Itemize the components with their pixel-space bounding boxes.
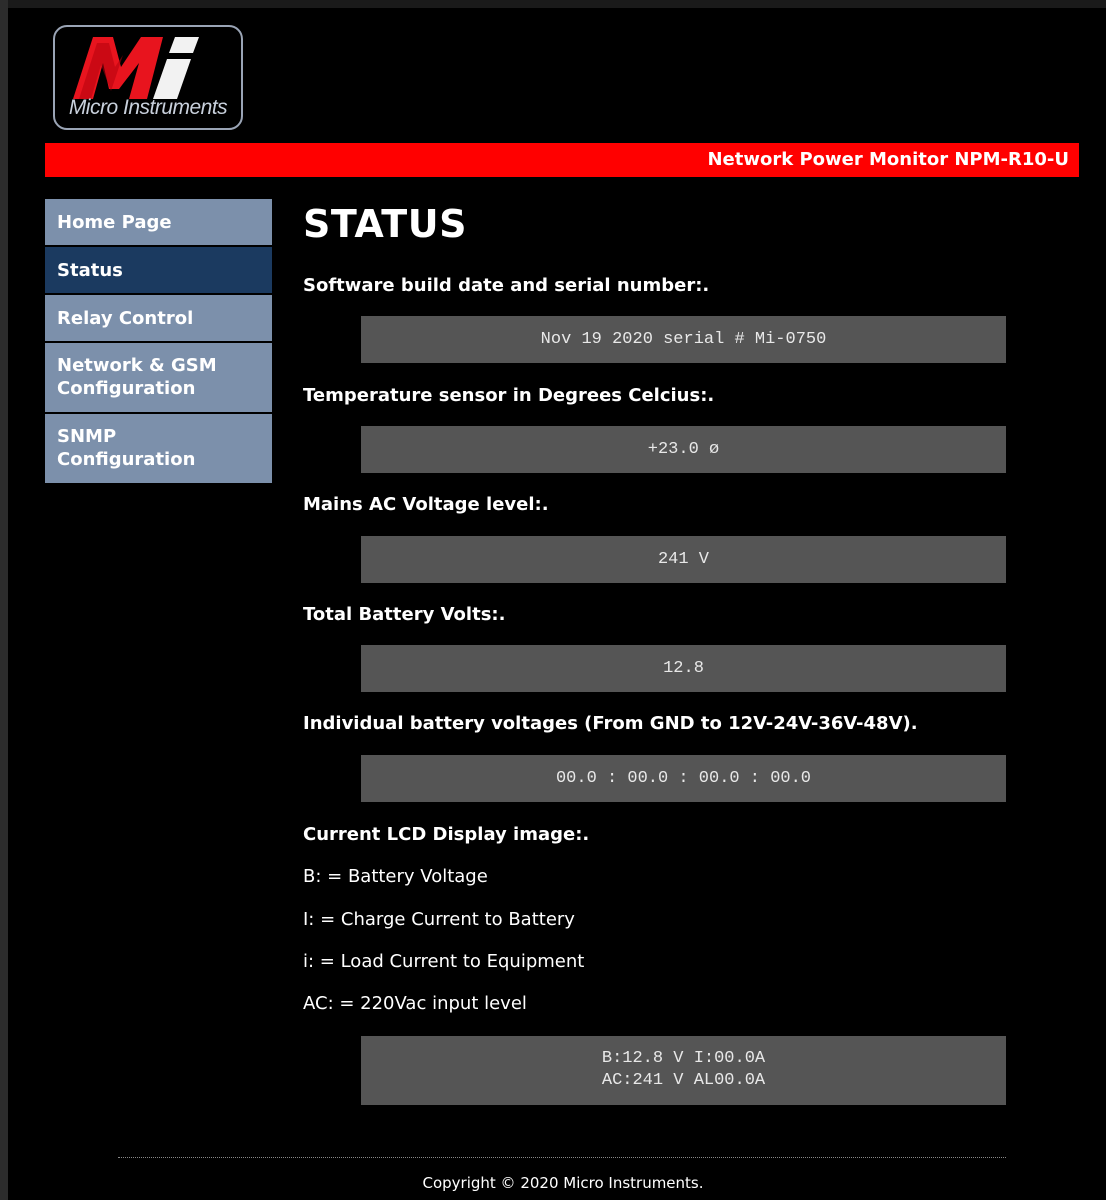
build-serial-label: Software build date and serial number:. <box>303 275 710 296</box>
page-title: STATUS <box>303 202 467 246</box>
sidebar-item-label: SNMP <box>57 426 117 447</box>
window-left-edge <box>0 0 8 1200</box>
lcd-display: B:12.8 V I:00.0A AC:241 V AL00.0A <box>361 1036 1006 1105</box>
mains-ac-voltage-label: Mains AC Voltage level:. <box>303 494 549 515</box>
lcd-display-label: Current LCD Display image:. <box>303 824 590 845</box>
lcd-legend-ac-input: AC: = 220Vac input level <box>303 993 527 1014</box>
footer-divider <box>118 1157 1006 1158</box>
temperature-label: Temperature sensor in Degrees Celcius:. <box>303 385 715 406</box>
header-bar: Network Power Monitor NPM-R10-U <box>45 143 1079 177</box>
copyright-text: Copyright © 2020 Micro Instruments. <box>422 1174 704 1192</box>
lcd-legend-charge-current: I: = Charge Current to Battery <box>303 909 575 930</box>
product-title: Network Power Monitor NPM-R10-U <box>707 149 1069 170</box>
lcd-line-2: AC:241 V AL00.0A <box>601 1071 766 1090</box>
sidebar-item-snmp-configuration[interactable]: SNMP Configuration <box>45 414 272 483</box>
sidebar-item-relay-control[interactable]: Relay Control <box>45 295 272 341</box>
sidebar-item-home-page[interactable]: Home Page <box>45 199 272 245</box>
mains-ac-voltage-value: 241 V <box>361 536 1006 583</box>
mi-logo-mark-icon <box>73 37 199 99</box>
temperature-value: +23.0 ø <box>361 426 1006 473</box>
lcd-legend-load-current: i: = Load Current to Equipment <box>303 951 585 972</box>
build-serial-value: Nov 19 2020 serial # Mi-0750 <box>361 316 1006 363</box>
total-battery-volts-label: Total Battery Volts:. <box>303 604 506 625</box>
sidebar-item-label: Relay Control <box>57 308 194 329</box>
sidebar-item-label: Network & GSM <box>57 355 217 376</box>
window-top-edge <box>0 0 1106 8</box>
total-battery-volts-value: 12.8 <box>361 645 1006 692</box>
lcd-line-1: B:12.8 V I:00.0A <box>601 1049 766 1068</box>
sidebar-item-label: Home Page <box>57 212 172 233</box>
logo-wordmark: Micro Instruments <box>68 96 228 119</box>
individual-battery-voltages-label: Individual battery voltages (From GND to… <box>303 713 918 734</box>
company-logo[interactable]: Micro Instruments <box>53 25 243 130</box>
individual-battery-voltages-value: 00.0 : 00.0 : 00.0 : 00.0 <box>361 755 1006 802</box>
sidebar-nav: Home Page Status Relay Control Network &… <box>45 199 272 485</box>
sidebar-item-label-line2: Configuration <box>57 449 196 470</box>
sidebar-item-network-gsm-configuration[interactable]: Network & GSM Configuration <box>45 343 272 412</box>
sidebar-item-label: Status <box>57 260 123 281</box>
sidebar-item-label-line2: Configuration <box>57 378 196 399</box>
sidebar-item-status[interactable]: Status <box>45 247 272 293</box>
lcd-legend-battery: B: = Battery Voltage <box>303 866 488 887</box>
